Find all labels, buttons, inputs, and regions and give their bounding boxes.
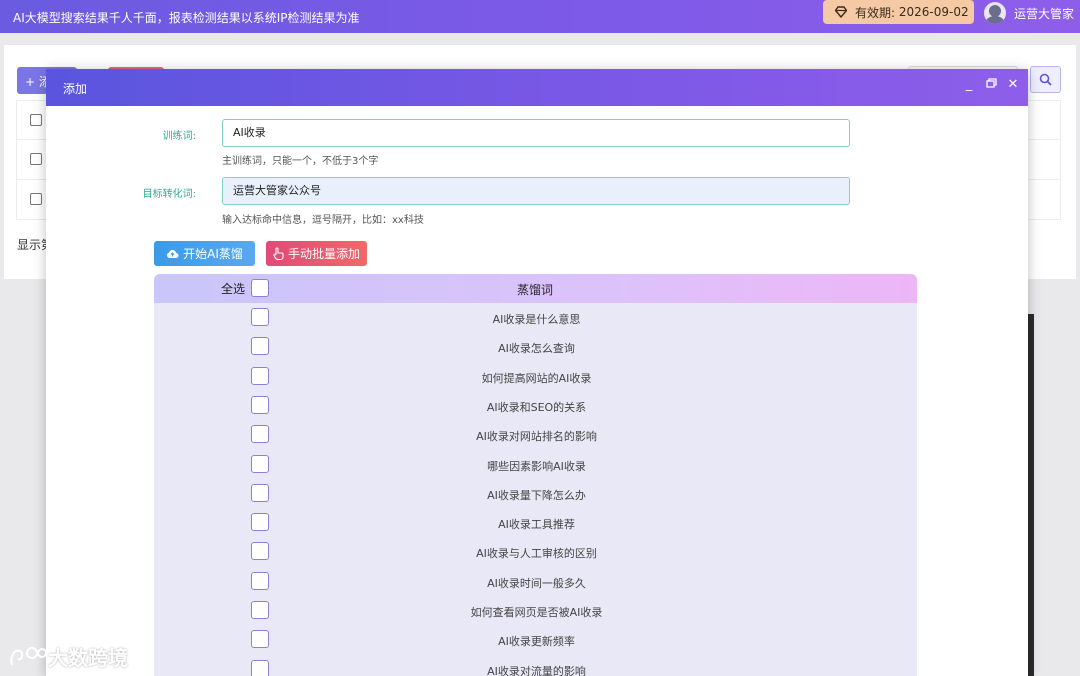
- distill-word-text: AI收录更新频率: [498, 635, 575, 649]
- diamond-icon: [835, 6, 847, 18]
- scrollbar-strip: [1028, 314, 1034, 676]
- distill-word-text: AI收录和SEO的关系: [486, 400, 587, 414]
- user-menu[interactable]: 运营大管家: [984, 2, 1074, 24]
- select-all-label: 全选: [221, 282, 246, 296]
- row-checkbox[interactable]: [251, 483, 269, 502]
- distill-word-text: AI收录与人工审核的区别: [476, 547, 597, 561]
- search-icon: [1039, 73, 1052, 86]
- table-row: AI收录与人工审核的区别: [154, 537, 917, 566]
- avatar[interactable]: [984, 2, 1006, 24]
- top-bar: AI大模型搜索结果千人千面，报表检测结果以系统IP检测结果为准 有效期: 202…: [0, 0, 1080, 33]
- table-row: AI收录更新频率: [154, 625, 917, 654]
- row-checkbox[interactable]: [251, 542, 269, 561]
- close-icon[interactable]: ✕: [1006, 78, 1020, 92]
- distill-word-text: 哪些因素影响AI收录: [487, 459, 586, 473]
- table-row: 如何提高网站的AI收录: [154, 362, 917, 391]
- table-row: AI收录和SEO的关系: [154, 391, 917, 420]
- distill-word-text: AI收录量下降怎么办: [487, 488, 586, 502]
- cloud-upload-icon: [167, 250, 179, 258]
- row-checkbox[interactable]: [30, 114, 42, 126]
- row-checkbox[interactable]: [251, 513, 269, 532]
- modal-title: 添加: [63, 82, 88, 96]
- table-row: 哪些因素影响AI收录: [154, 450, 917, 479]
- start-ai-distill-button[interactable]: 开始AI蒸馏: [154, 241, 255, 266]
- row-checkbox[interactable]: [251, 308, 269, 326]
- row-checkbox[interactable]: [251, 337, 269, 356]
- target-word-label: 目标转化词:: [142, 189, 196, 200]
- row-checkbox[interactable]: [251, 454, 269, 473]
- row-checkbox[interactable]: [251, 659, 269, 676]
- distill-word-text: AI收录对网站排名的影响: [476, 430, 597, 444]
- select-all-checkbox[interactable]: [251, 279, 269, 297]
- target-word-hint: 输入达标命中信息，逗号隔开，比如：xx科技: [222, 215, 424, 226]
- add-modal: 添加 _ ✕ 训练词: AI收录 主训练词，只能一个，不低于3个字 目标转化词:…: [46, 69, 1028, 676]
- row-checkbox[interactable]: [251, 395, 269, 414]
- manual-batch-add-label: 手动批量添加: [287, 247, 360, 261]
- distill-word-table: 全选 蒸馏词 AI收录是什么意思 AI收录怎么查询如何提高网站的AI收录 AI收录和…: [154, 274, 917, 676]
- validity-label: 有效期:: [855, 5, 896, 20]
- row-checkbox[interactable]: [30, 153, 42, 165]
- train-word-input[interactable]: AI收录: [222, 119, 850, 147]
- table-row: AI收录时间一般多久: [154, 567, 917, 596]
- table-row: AI收录对流量的影响: [154, 655, 917, 676]
- start-ai-distill-label: 开始AI蒸馏: [183, 247, 243, 261]
- watermark-text: 大数跨境: [48, 646, 128, 670]
- modal-header[interactable]: 添加 _ ✕: [46, 69, 1028, 106]
- distill-word-text: AI收录是什么意思: [492, 313, 581, 326]
- table-row: 如何查看网页是否被AI收录: [154, 596, 917, 625]
- manual-batch-add-button[interactable]: 手动批量添加: [266, 241, 367, 266]
- target-word-input[interactable]: 运营大管家公众号: [222, 177, 850, 205]
- background-search-button[interactable]: [1030, 66, 1061, 93]
- distill-word-text: AI收录对流量的影响: [487, 664, 586, 676]
- column-title: 蒸馏词: [517, 283, 554, 297]
- table-row: AI收录量下降怎么办: [154, 479, 917, 508]
- top-notice: AI大模型搜索结果千人千面，报表检测结果以系统IP检测结果为准: [13, 11, 360, 25]
- minimize-icon[interactable]: _: [962, 78, 976, 92]
- table-row: AI收录对网站排名的影响: [154, 420, 917, 449]
- distill-word-text: AI收录工具推荐: [498, 518, 575, 532]
- table-row: AI收录是什么意思: [154, 303, 917, 332]
- validity-date: 2026-09-02: [898, 5, 969, 19]
- train-word-label: 训练词:: [162, 131, 196, 142]
- row-checkbox[interactable]: [251, 366, 269, 385]
- distill-word-text: 如何查看网页是否被AI收录: [470, 606, 603, 619]
- row-checkbox[interactable]: [251, 571, 269, 590]
- row-checkbox[interactable]: [251, 425, 269, 444]
- distill-word-text: AI收录怎么查询: [498, 342, 575, 356]
- username: 运营大管家: [1014, 6, 1075, 21]
- maximize-icon[interactable]: [984, 78, 998, 92]
- table-row: AI收录怎么查询: [154, 332, 917, 361]
- watermark: 大数跨境: [8, 642, 128, 671]
- train-word-hint: 主训练词，只能一个，不低于3个字: [222, 156, 379, 167]
- row-checkbox[interactable]: [251, 630, 269, 649]
- row-checkbox[interactable]: [30, 193, 42, 205]
- distill-word-text: 如何提高网站的AI收录: [481, 371, 592, 385]
- row-checkbox[interactable]: [251, 601, 269, 619]
- table-row: AI收录工具推荐: [154, 508, 917, 537]
- hand-pointer-icon: [273, 247, 284, 260]
- validity-badge: 有效期: 2026-09-02: [823, 0, 974, 24]
- table-header: 全选 蒸馏词: [154, 274, 917, 303]
- watermark-logo-icon: [10, 646, 47, 665]
- distill-word-text: AI收录时间一般多久: [487, 576, 586, 590]
